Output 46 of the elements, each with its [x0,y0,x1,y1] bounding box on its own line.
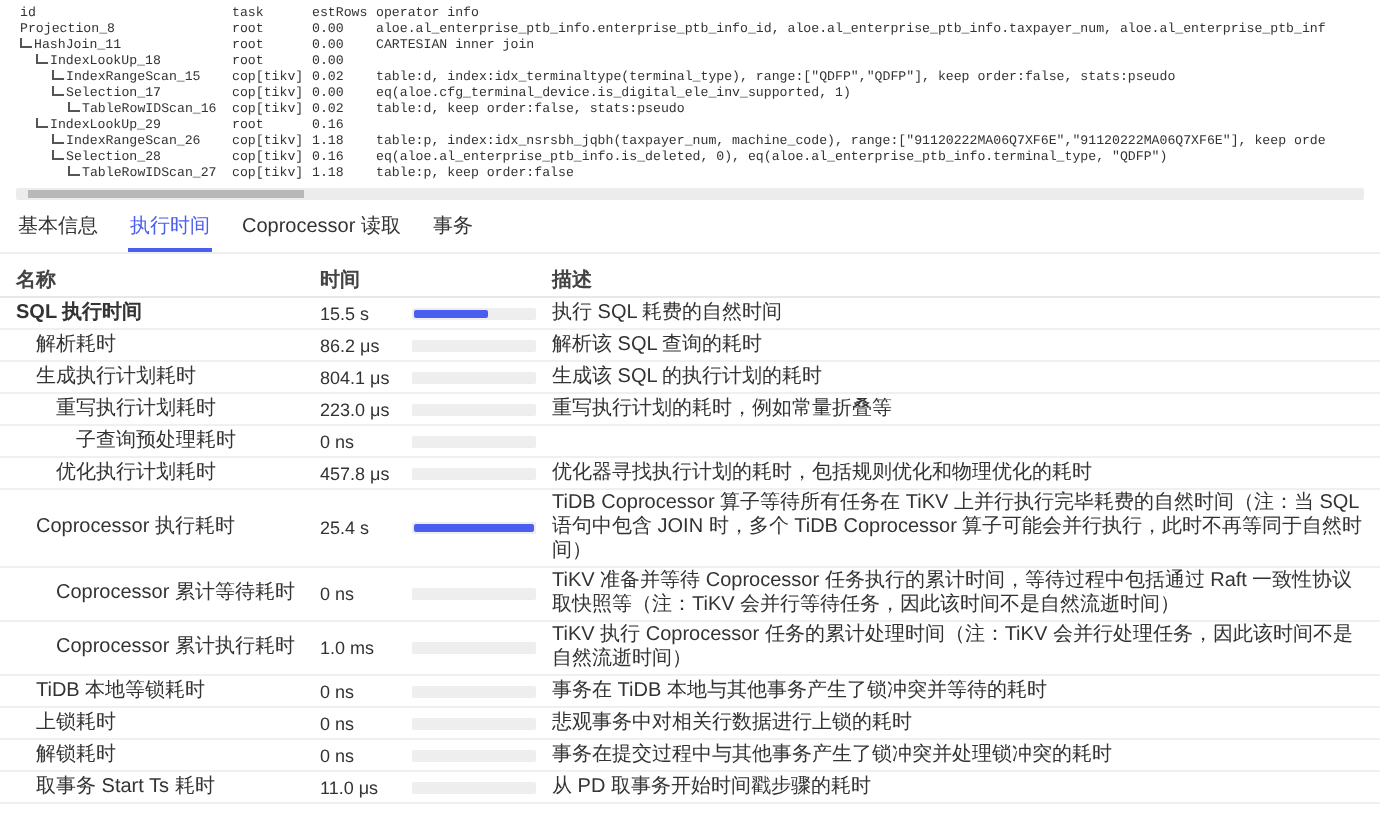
time-value: 1.0 ms [320,636,377,660]
metric-name: Coprocessor 累计执行耗时 [56,636,297,660]
time-value: 11.0 μs [320,775,381,799]
metric-name: 生成执行计划耗时 [36,365,198,389]
metric-name: Coprocessor 执行耗时 [36,516,237,540]
column-header: 时间 [320,269,362,293]
metric-name: 重写执行计划耗时 [56,397,218,421]
time-value: 0 ns [320,582,357,606]
metric-name: Coprocessor 累计等待耗时 [56,582,297,606]
metric-description: TiKV 准备并等待 Coprocessor 任务执行的累计时间，等待过程中包括通过 Raft 一致性协议取快照等（注：TiKV 会并行等待任务，因此该时间不是自然流逝时间） [552,570,1355,618]
time-value: 0 ns [320,743,357,767]
metric-name: 解锁耗时 [36,743,118,767]
metric-description: 事务在提交过程中与其他事务产生了锁冲突并处理锁冲突的耗时 [552,743,1114,767]
time-value: 86.2 μs [320,333,382,357]
metric-description: 悲观事务中对相关行数据进行上锁的耗时 [552,711,914,735]
horizontal-scrollbar[interactable] [16,188,1364,200]
metric-name: 子查询预处理耗时 [76,429,238,453]
metric-description: 重写执行计划的耗时，例如常量折叠等 [552,397,894,421]
metric-name: 优化执行计划耗时 [56,461,218,485]
metric-description: 从 PD 取事务开始时间戳步骤的耗时 [552,775,873,799]
tab[interactable]: Coprocessor 读取 [240,208,403,252]
metric-name: 上锁耗时 [36,711,118,735]
time-value: 25.4 s [320,516,372,540]
metric-description: 优化器寻找执行计划的耗时，包括规则优化和物理优化的耗时 [552,461,1094,485]
metric-name: 取事务 Start Ts 耗时 [36,775,217,799]
column-header: 描述 [552,269,594,293]
time-value: 804.1 μs [320,365,392,389]
column-header: 名称 [16,269,58,293]
tab[interactable]: 基本信息 [16,208,100,252]
tab[interactable]: 事务 [430,208,475,252]
metric-description: TiKV 执行 Coprocessor 任务的累计处理时间（注：TiKV 会并行处理任务，因此该时间不是自然流逝时间） [552,624,1355,672]
metric-description: 生成该 SQL 的执行计划的耗时 [552,365,825,389]
tab[interactable]: 执行时间 [128,208,212,252]
time-value: 223.0 μs [320,397,392,421]
time-value: 15.5 s [320,301,372,325]
metric-description: 事务在 TiDB 本地与其他事务产生了锁冲突并等待的耗时 [552,679,1049,703]
metric-description: 执行 SQL 耗费的自然时间 [552,301,785,325]
metric-name: TiDB 本地等锁耗时 [36,679,208,703]
metric-name: SQL 执行时间 [16,301,145,325]
time-value: 0 ns [320,429,357,453]
time-value: 0 ns [320,711,357,735]
time-value: 0 ns [320,679,357,703]
metric-description: 解析该 SQL 查询的耗时 [552,333,765,357]
metric-name: 解析耗时 [36,333,118,357]
time-value: 457.8 μs [320,461,392,485]
metric-description: TiDB Coprocessor 算子等待所有任务在 TiKV 上并行执行完毕耗费的自然时间（注：当 SQL 语句中包含 JOIN 时，多个 TiDB Coprocessor 算子可能会并行执行，此时不再等同于自然时间） [552,492,1365,564]
